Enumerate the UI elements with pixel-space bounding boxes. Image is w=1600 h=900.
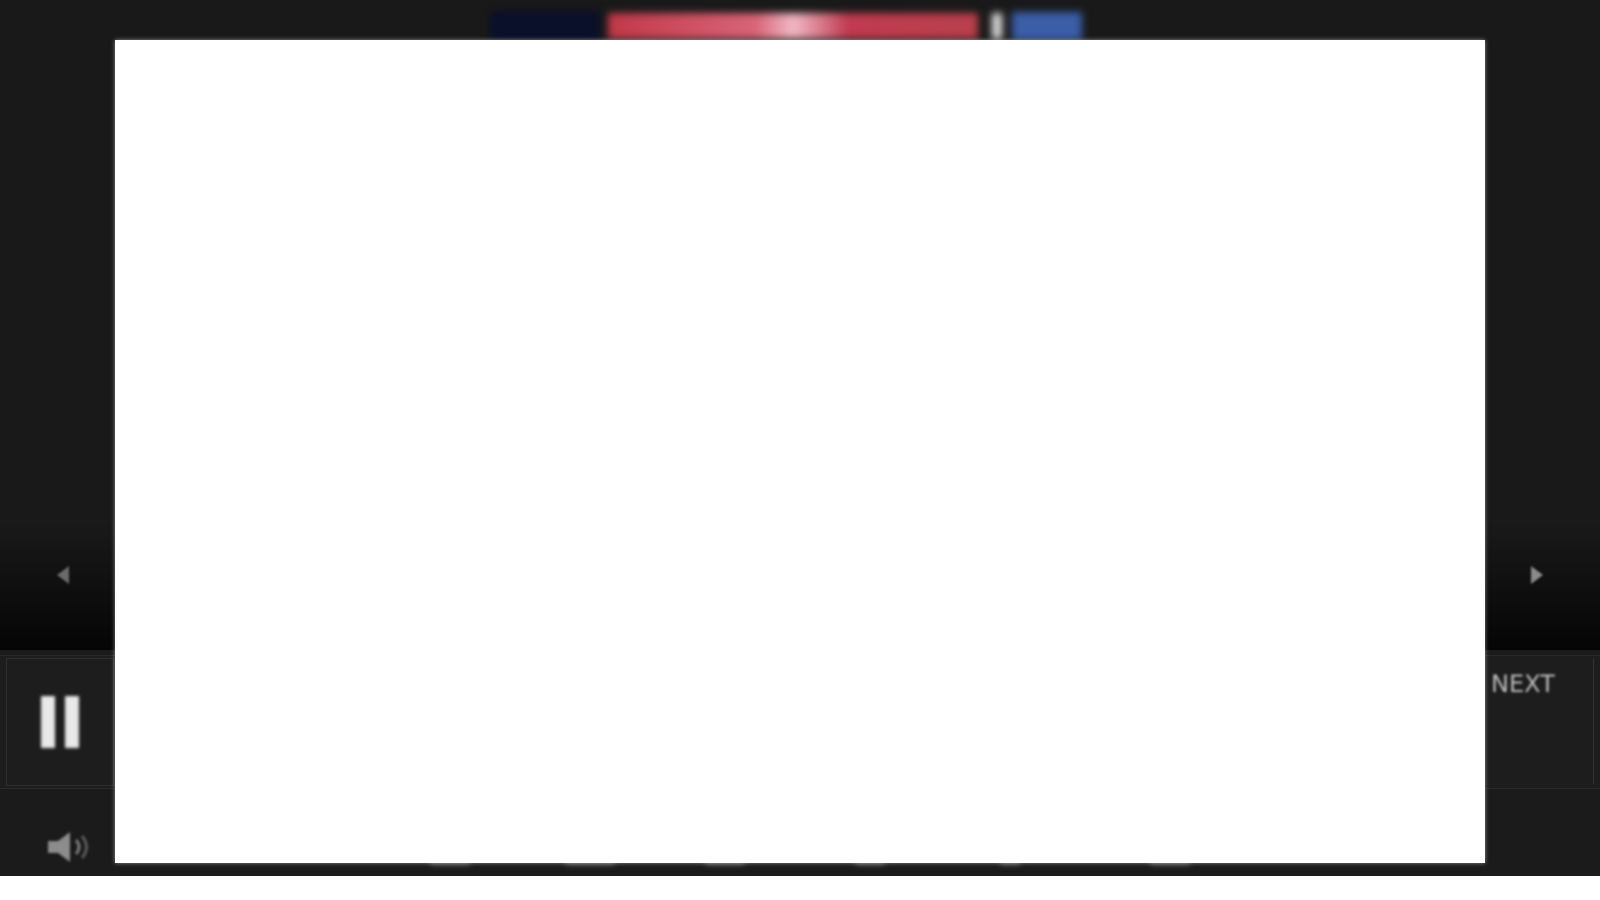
banner-dark-block (490, 11, 600, 41)
banner-light-block (992, 13, 1002, 39)
banner-image (490, 8, 1115, 44)
next-panel-label: NEXT (1491, 670, 1555, 698)
next-panel[interactable]: NEXT (1480, 658, 1594, 784)
pause-icon (41, 696, 55, 748)
previous-button[interactable] (48, 560, 78, 590)
chevron-left-icon (57, 566, 69, 584)
banner-blue-block (1012, 12, 1082, 40)
pause-button[interactable] (6, 658, 114, 786)
overlay-panel (115, 40, 1485, 863)
volume-icon[interactable] (44, 828, 94, 866)
banner-red-block (608, 13, 978, 39)
pause-icon (65, 696, 79, 748)
screen: NEXT (0, 0, 1600, 900)
next-button[interactable] (1522, 560, 1552, 590)
chevron-right-icon (1531, 566, 1543, 584)
